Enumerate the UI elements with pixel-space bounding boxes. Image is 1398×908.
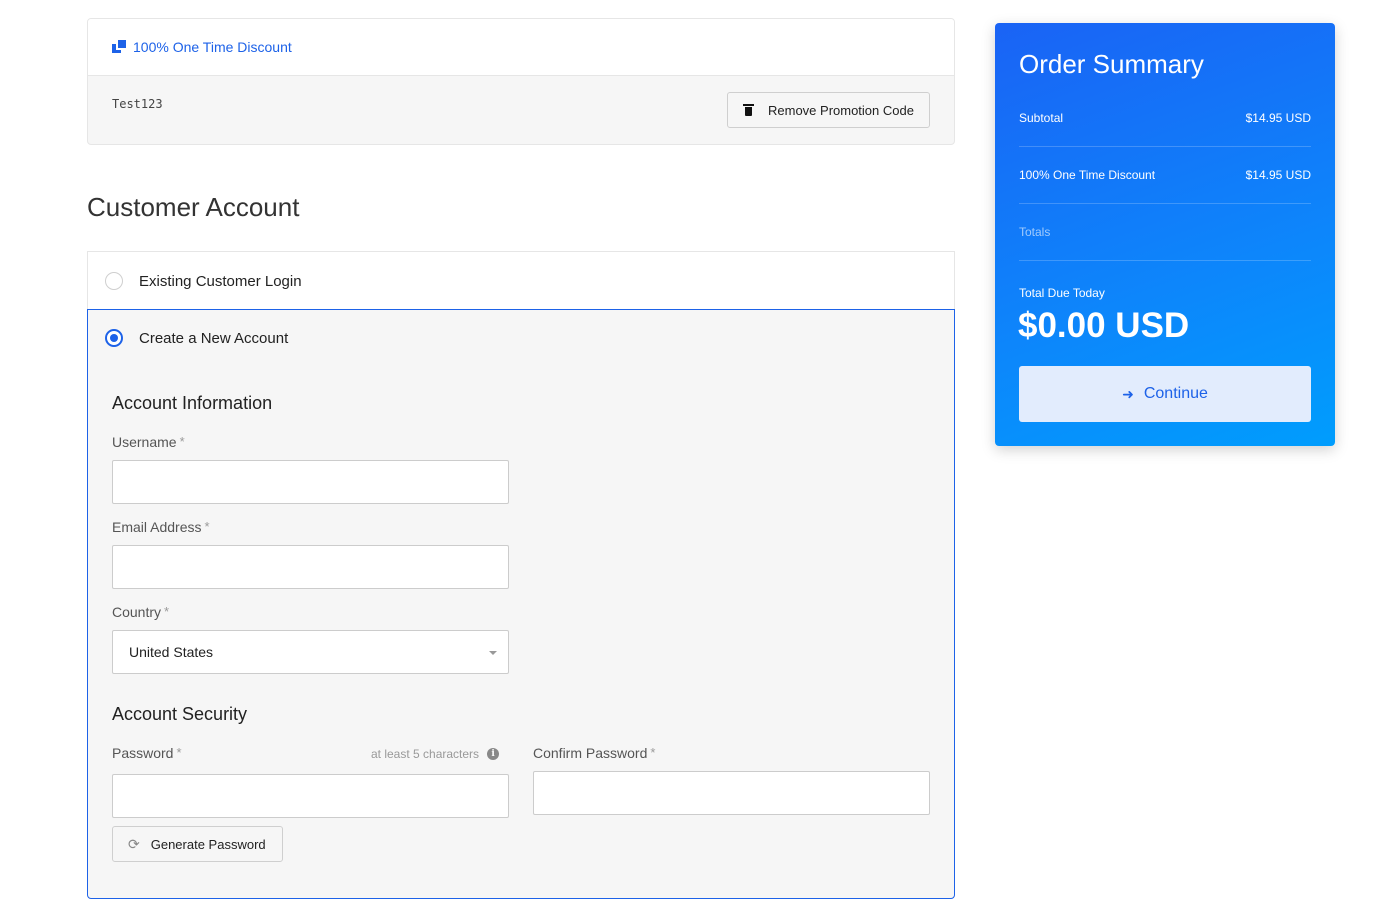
- new-account-radio[interactable]: [105, 329, 123, 347]
- summary-row-value: $14.95 USD: [1245, 111, 1311, 125]
- promo-code: Test123: [112, 97, 163, 111]
- generate-password-button[interactable]: ⟳ Generate Password: [112, 826, 283, 862]
- summary-row-label: Subtotal: [1019, 111, 1064, 125]
- continue-button[interactable]: ➜ Continue: [1019, 366, 1311, 422]
- confirm-password-label: Confirm Password *: [533, 745, 656, 761]
- new-account-label: Create a New Account: [139, 329, 289, 347]
- country-label: Country *: [112, 604, 170, 620]
- promo-panel: 100% One Time Discount Test123 Remove Pr…: [87, 18, 955, 145]
- order-summary-title: Order Summary: [1019, 49, 1204, 79]
- password-label: Password *: [112, 745, 182, 761]
- divider: [1019, 203, 1311, 204]
- new-account-panel: Create a New Account Account Information…: [87, 309, 955, 899]
- country-select[interactable]: United States: [112, 630, 509, 674]
- promo-header: 100% One Time Discount: [88, 19, 954, 76]
- tag-icon: [112, 39, 126, 54]
- new-account-option[interactable]: Create a New Account: [105, 329, 288, 347]
- customer-account-title: Customer Account: [87, 192, 300, 222]
- total-due-label: Total Due Today: [1019, 286, 1105, 300]
- divider: [1019, 260, 1311, 261]
- confirm-password-input[interactable]: [533, 771, 930, 815]
- totals-label: Totals: [1019, 225, 1051, 239]
- total-due-amount: $0.00 USD: [1018, 306, 1190, 345]
- password-hint: at least 5 characters i: [371, 747, 500, 761]
- promo-title: 100% One Time Discount: [133, 39, 292, 55]
- order-summary-panel: Order Summary Subtotal $14.95 USD 100% O…: [995, 23, 1335, 446]
- generate-password-label: Generate Password: [150, 836, 266, 852]
- continue-label: Continue: [1143, 385, 1208, 402]
- existing-customer-radio[interactable]: [105, 272, 123, 290]
- account-information-title: Account Information: [112, 393, 273, 413]
- password-input[interactable]: [112, 774, 509, 818]
- username-input[interactable]: [112, 460, 509, 504]
- summary-row-totals: Totals: [1019, 225, 1311, 239]
- remove-promotion-button[interactable]: Remove Promotion Code: [727, 92, 930, 128]
- summary-row-value: $14.95 USD: [1245, 168, 1311, 182]
- trash-icon: [743, 104, 754, 116]
- remove-promotion-label: Remove Promotion Code: [768, 102, 914, 118]
- email-label: Email Address *: [112, 519, 210, 535]
- refresh-icon: ⟳: [128, 836, 140, 852]
- username-label: Username *: [112, 434, 185, 450]
- summary-row-label: 100% One Time Discount: [1019, 168, 1156, 182]
- email-input[interactable]: [112, 545, 509, 589]
- summary-row-subtotal: Subtotal $14.95 USD: [1019, 111, 1311, 125]
- arrow-right-icon: ➜: [1122, 385, 1134, 402]
- summary-row-discount: 100% One Time Discount $14.95 USD: [1019, 168, 1311, 182]
- existing-customer-option[interactable]: Existing Customer Login: [87, 251, 955, 310]
- account-security-title: Account Security: [112, 704, 248, 724]
- divider: [1019, 146, 1311, 147]
- info-icon[interactable]: i: [487, 748, 500, 760]
- chevron-down-icon: [489, 651, 497, 655]
- existing-customer-label: Existing Customer Login: [139, 272, 302, 290]
- country-value: United States: [129, 644, 214, 660]
